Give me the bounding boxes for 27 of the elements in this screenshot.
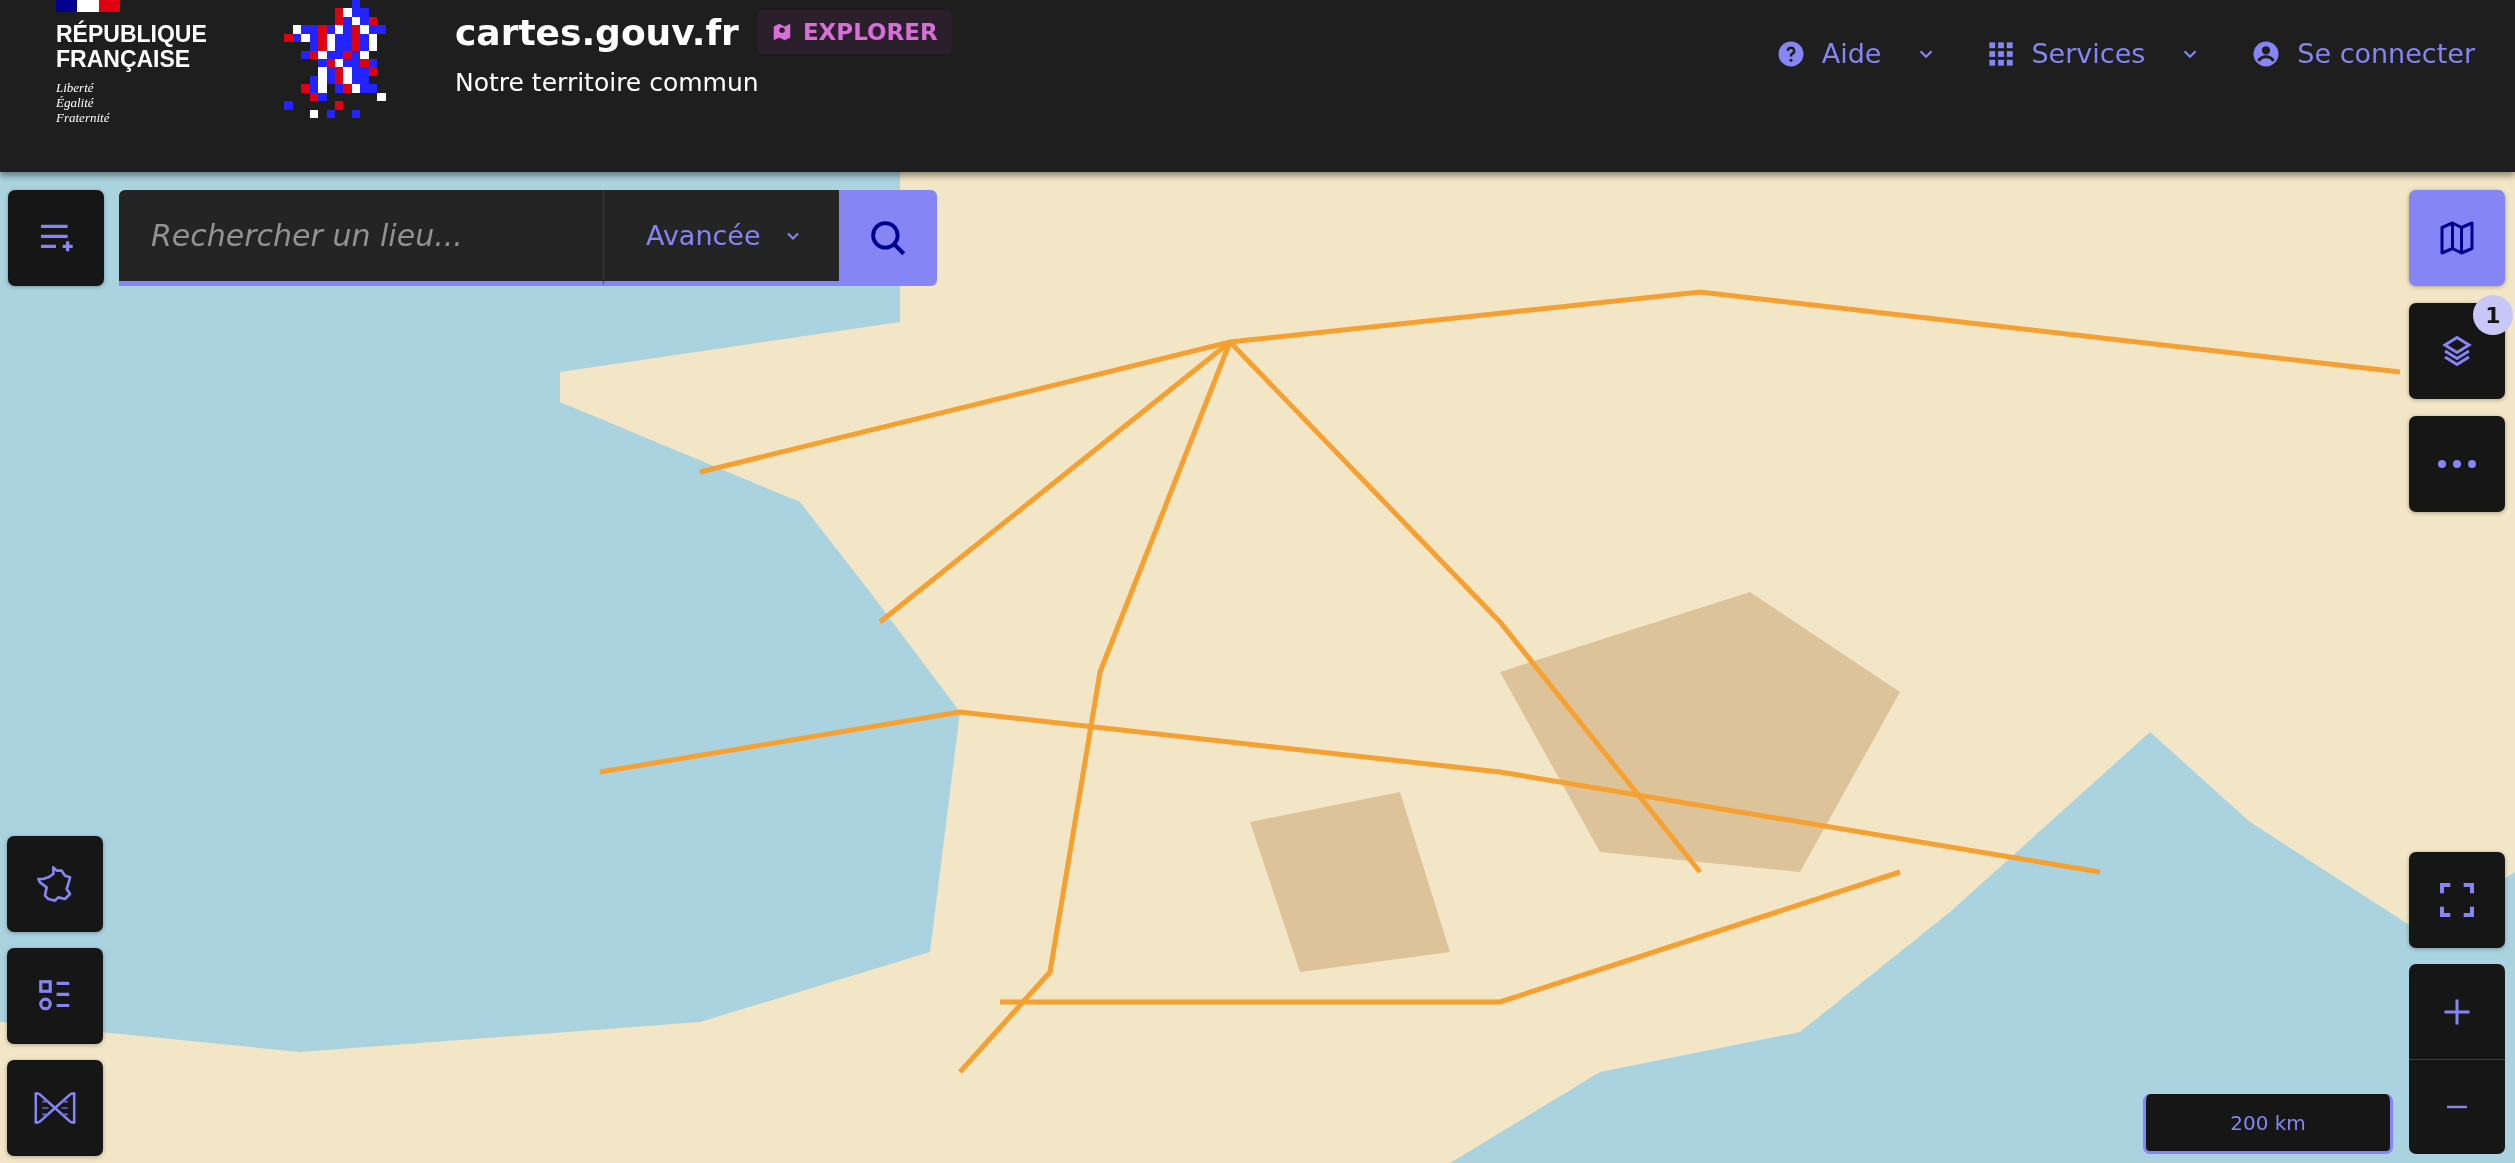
more-icon <box>2437 459 2477 469</box>
map-icon <box>2439 220 2475 256</box>
search-field[interactable]: Rechercher un lieu... <box>119 190 603 286</box>
advanced-search-dropdown[interactable]: Avancée <box>603 190 839 286</box>
fullscreen-icon <box>2437 880 2477 920</box>
search-button[interactable] <box>838 190 937 286</box>
explorer-badge: EXPLORER <box>756 10 952 54</box>
map-background[interactable]: Rechercher un lieu... Avancée 1 200 km <box>0 172 2515 1163</box>
motto-line: Fraternité <box>56 110 111 125</box>
motto-line: Liberté <box>56 80 95 95</box>
site-title[interactable]: cartes.gouv.fr <box>455 11 739 53</box>
motto-line: Égalité <box>56 95 95 110</box>
map-tool-button[interactable] <box>7 1060 103 1156</box>
flag-icon <box>56 0 120 12</box>
map-tool-button[interactable] <box>7 836 103 932</box>
nav-link[interactable]: Aide <box>1775 38 1938 69</box>
fullscreen-button[interactable] <box>2409 852 2505 948</box>
site-tagline: Notre territoire commun <box>455 68 760 97</box>
republic-name: RÉPUBLIQUE <box>56 22 208 47</box>
map-tool-button[interactable] <box>2409 303 2505 399</box>
grid-icon <box>1987 39 2016 68</box>
nav-link[interactable]: Se connecter <box>2251 38 2475 69</box>
nav-link[interactable]: Services <box>1987 38 2202 69</box>
map-tool-button[interactable] <box>7 948 103 1044</box>
add-layer-button[interactable] <box>8 190 104 286</box>
republic-name: FRANÇAISE <box>56 47 191 72</box>
scale-label: 200 km <box>2230 1110 2306 1135</box>
